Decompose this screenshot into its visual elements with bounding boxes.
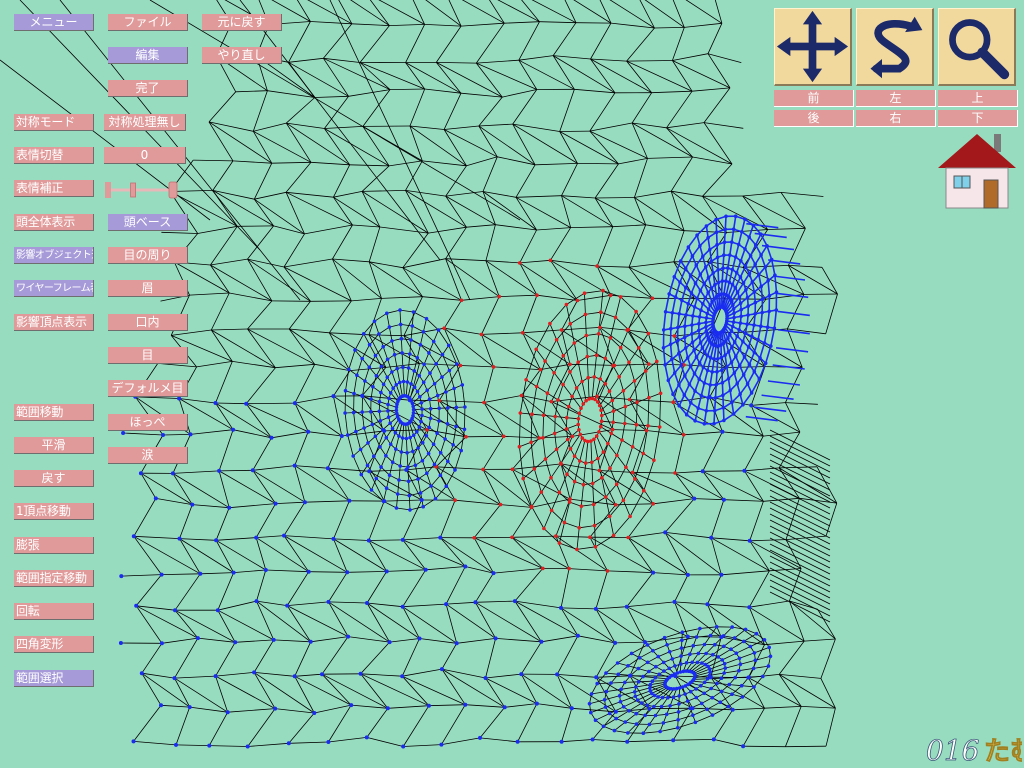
signature-logo: 016 たむ xyxy=(926,734,1022,768)
smooth-button[interactable]: 平滑 xyxy=(14,437,94,454)
move-view-button[interactable] xyxy=(774,8,852,86)
expand-button[interactable]: 膨張 xyxy=(14,537,94,554)
edit-button[interactable]: 編集 xyxy=(108,47,188,64)
cheek-button[interactable]: ほっぺ xyxy=(108,414,188,431)
view-front-button[interactable]: 前 xyxy=(774,90,854,107)
file-button[interactable]: ファイル xyxy=(108,14,188,31)
view-down-button[interactable]: 下 xyxy=(938,110,1018,127)
symmetry-mode-label: 対称モード xyxy=(14,114,94,131)
rotate-arrows-icon xyxy=(870,16,923,79)
symmetry-mode-select[interactable]: 対称処理無し xyxy=(104,114,186,131)
view-up-button[interactable]: 上 xyxy=(938,90,1018,107)
expression-correct-slider[interactable] xyxy=(105,180,179,200)
done-button[interactable]: 完了 xyxy=(108,80,188,97)
influence-vertex-display-button[interactable]: 影響頂点表示 xyxy=(14,314,94,331)
expression-correct-label: 表情補正 xyxy=(14,180,94,197)
influence-object-select-button[interactable]: 影響オブジェクト選択 xyxy=(14,247,94,264)
show-whole-head-button[interactable]: 頭全体表示 xyxy=(14,214,94,231)
zoom-view-button[interactable] xyxy=(938,8,1016,86)
mouth-inside-button[interactable]: 口内 xyxy=(108,314,188,331)
view-back-button[interactable]: 後 xyxy=(774,110,854,127)
quad-deform-button[interactable]: 四角変形 xyxy=(14,636,94,653)
deformed-eye-button[interactable]: デフォルメ目 xyxy=(108,380,188,397)
eye-surround-button[interactable]: 目の周り xyxy=(108,247,188,264)
eyebrow-button[interactable]: 眉 xyxy=(108,280,188,297)
head-base-button[interactable]: 頭ベース xyxy=(108,214,188,231)
vertex-move-button[interactable]: 1頂点移動 xyxy=(14,503,94,520)
expression-switch-value[interactable]: 0 xyxy=(104,147,186,164)
range-move-button[interactable]: 範囲移動 xyxy=(14,404,94,421)
home-icon[interactable] xyxy=(936,130,1018,210)
view-left-button[interactable]: 左 xyxy=(856,90,936,107)
redo-button[interactable]: やり直し xyxy=(202,47,282,64)
view-right-button[interactable]: 右 xyxy=(856,110,936,127)
undo-button[interactable]: 元に戻す xyxy=(202,14,282,31)
rotate-view-button[interactable] xyxy=(856,8,934,86)
wireframe-display-button[interactable]: ワイヤーフレーム表示 xyxy=(14,280,94,297)
svg-text:たむ: たむ xyxy=(984,737,1022,767)
range-select-button[interactable]: 範囲選択 xyxy=(14,670,94,687)
back-button[interactable]: 戻す xyxy=(14,470,94,487)
expression-switch-label: 表情切替 xyxy=(14,147,94,164)
eye-button[interactable]: 目 xyxy=(108,347,188,364)
tears-button[interactable]: 涙 xyxy=(108,447,188,464)
svg-text:016: 016 xyxy=(926,734,979,767)
menu-button[interactable]: メニュー xyxy=(14,14,94,31)
rotate-button[interactable]: 回転 xyxy=(14,603,94,620)
magnifier-icon xyxy=(949,19,1010,80)
range-specified-move-button[interactable]: 範囲指定移動 xyxy=(14,570,94,587)
move-arrows-icon xyxy=(776,10,849,83)
